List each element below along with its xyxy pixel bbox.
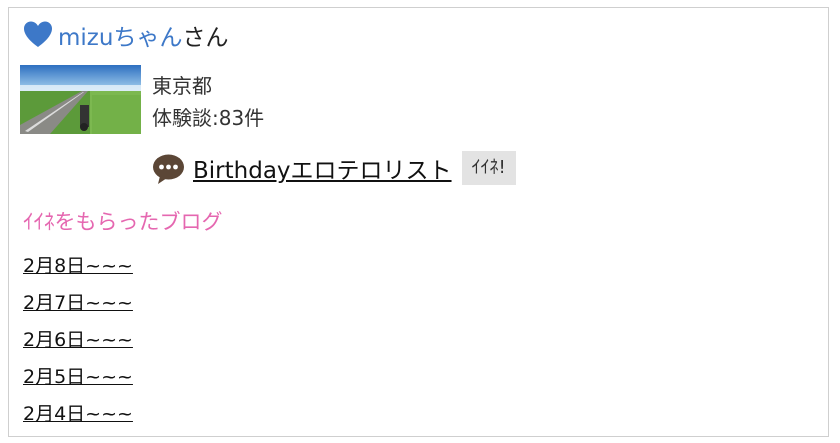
blog-link[interactable]: 2月8日~~~ [23, 255, 133, 277]
list-item: 2月5日~~~ [23, 359, 133, 396]
blog-link[interactable]: 2月7日~~~ [23, 292, 133, 314]
liked-blogs-list: 2月8日~~~ 2月7日~~~ 2月6日~~~ 2月5日~~~ 2月4日~~~ [23, 248, 133, 433]
profile-info: 東京都 体験談:83件 [152, 70, 264, 134]
blog-link[interactable]: 2月6日~~~ [23, 329, 133, 351]
blog-link[interactable]: 2月5日~~~ [23, 366, 133, 388]
username-suffix: さん [182, 25, 229, 51]
profile-review-count: 体験談:83件 [152, 106, 265, 130]
profile-location: 東京都 [152, 74, 212, 98]
user-card: mizuちゃん さん 東京都 体験談:83件 Birthdayエロテロリスト ｲ… [8, 7, 829, 437]
heart-icon [23, 20, 53, 50]
entry-line: Birthdayエロテロリスト ｲｲﾈ! [152, 148, 516, 188]
liked-blogs-title: ｲｲﾈをもらったブログ [23, 210, 223, 234]
list-item: 2月4日~~~ [23, 396, 133, 433]
like-button[interactable]: ｲｲﾈ! [461, 151, 516, 185]
blog-link[interactable]: 2月4日~~~ [23, 403, 133, 425]
user-line: mizuちゃん さん [23, 18, 228, 52]
username-link[interactable]: mizuちゃん [58, 18, 182, 52]
list-item: 2月8日~~~ [23, 248, 133, 285]
list-item: 2月7日~~~ [23, 285, 133, 322]
profile-photo[interactable] [20, 65, 141, 134]
speech-bubble-icon [152, 152, 185, 185]
entry-title-link[interactable]: Birthdayエロテロリスト [193, 151, 452, 185]
list-item: 2月6日~~~ [23, 322, 133, 359]
